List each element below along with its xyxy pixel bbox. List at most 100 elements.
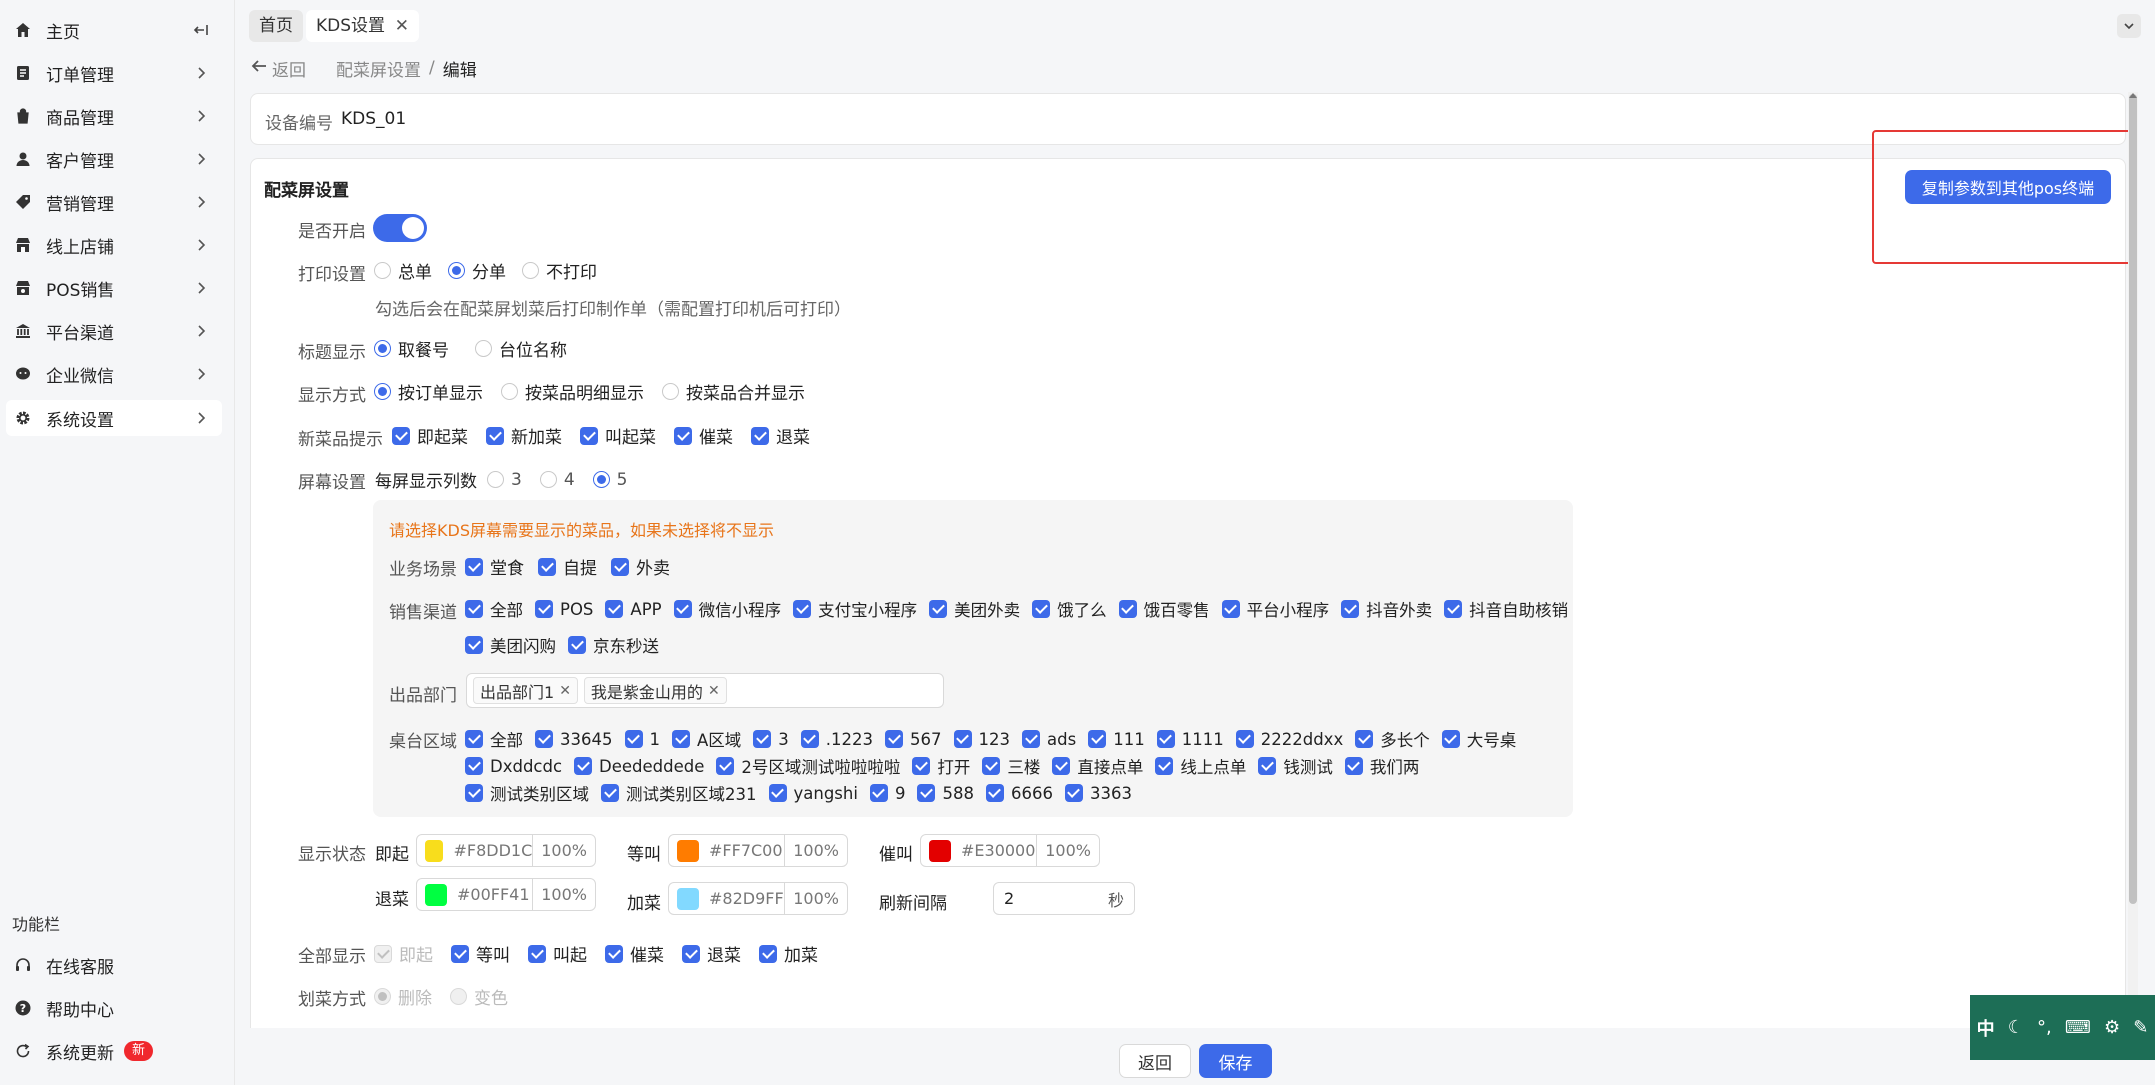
print-option-none[interactable]: 不打印 [522, 258, 597, 283]
title-option-table[interactable]: 台位名称 [475, 336, 567, 361]
color-swatch[interactable] [677, 839, 699, 862]
tab-kds-settings[interactable]: KDS设置 ✕ [306, 10, 420, 42]
new-option-1[interactable]: 新加菜 [486, 423, 562, 448]
color-swatch[interactable] [677, 887, 699, 910]
table-option[interactable]: 多长个 [1355, 727, 1430, 751]
channel-option[interactable]: 平台小程序 [1221, 597, 1329, 621]
sidebar-item-customers[interactable]: 客户管理 [6, 141, 222, 177]
table-option[interactable]: 测试类别区域231 [601, 781, 757, 805]
keyboard-icon[interactable]: ⌨ [2065, 1017, 2091, 1038]
table-option[interactable]: 3363 [1064, 784, 1132, 803]
table-option[interactable]: 2号区域测试啦啦啦啦 [716, 754, 900, 778]
channel-option[interactable]: 抖音自助核销 [1444, 597, 1568, 621]
table-option[interactable]: 111 [1088, 730, 1145, 749]
table-option[interactable]: 全部 [465, 727, 523, 751]
columns-option-4[interactable]: 4 [539, 470, 575, 490]
display-option-merge[interactable]: 按菜品合并显示 [662, 379, 805, 404]
breadcrumb-parent[interactable]: 配菜屏设置 [336, 56, 421, 81]
color-swatch[interactable] [929, 839, 951, 862]
table-option[interactable]: 33645 [535, 730, 613, 749]
scene-option-2[interactable]: 外卖 [611, 554, 670, 579]
scroll-up-icon[interactable] [2128, 92, 2138, 104]
channel-option[interactable]: 美团外卖 [929, 597, 1020, 621]
footer-save-button[interactable]: 保存 [1199, 1044, 1272, 1078]
tab-home[interactable]: 首页 [249, 10, 303, 42]
table-option[interactable]: 1 [624, 730, 660, 749]
sidebar-item-orders[interactable]: 订单管理 [6, 55, 222, 91]
channel-option[interactable]: 抖音外卖 [1341, 597, 1432, 621]
new-option-0[interactable]: 即起菜 [392, 423, 468, 448]
channel-option[interactable]: 全部 [465, 597, 523, 621]
close-icon[interactable]: ✕ [559, 683, 571, 699]
back-link[interactable]: 返回 [272, 56, 306, 81]
collapse-icon[interactable] [192, 21, 210, 39]
sidebar-item-settings[interactable]: 系统设置 [6, 400, 222, 436]
sidebar-item-update[interactable]: 系统更新 新 [6, 1033, 222, 1069]
sidebar-item-products[interactable]: 商品管理 [6, 98, 222, 134]
status-color-input[interactable]: #00FF41 100% [416, 878, 596, 911]
table-option[interactable]: 打开 [912, 754, 970, 778]
display-option-detail[interactable]: 按菜品明细显示 [501, 379, 644, 404]
table-option[interactable]: 6666 [985, 784, 1053, 803]
table-option[interactable]: 588 [917, 784, 974, 803]
chevron-down-icon[interactable] [2117, 14, 2141, 38]
dept-select[interactable]: 出品部门1 ✕ 我是紫金山用的 ✕ [466, 673, 944, 708]
sidebar-item-home[interactable]: 主页 [6, 12, 222, 48]
scrollbar-thumb[interactable] [2129, 94, 2137, 904]
channel-option[interactable]: 饿了么 [1032, 597, 1107, 621]
close-icon[interactable]: ✕ [708, 683, 720, 699]
table-option[interactable]: 钱测试 [1258, 754, 1333, 778]
sidebar-item-pos[interactable]: POS销售 [6, 270, 222, 306]
show-all-option-3[interactable]: 催菜 [605, 941, 664, 966]
sidebar-item-online-service[interactable]: 在线客服 [6, 947, 222, 983]
table-option[interactable]: 三楼 [982, 754, 1040, 778]
columns-option-5[interactable]: 5 [592, 470, 627, 490]
channel-option[interactable]: 饿百零售 [1118, 597, 1210, 621]
channel-option[interactable]: 美团闪购 [465, 633, 556, 657]
table-option[interactable]: 123 [953, 730, 1010, 749]
table-option[interactable]: 我们两 [1344, 754, 1419, 778]
print-option-split[interactable]: 分单 [448, 258, 506, 283]
table-option[interactable]: 3 [753, 730, 789, 749]
status-color-input[interactable]: #F8DD1C 100% [416, 834, 596, 867]
sidebar-item-marketing[interactable]: 营销管理 [6, 184, 222, 220]
ime-language[interactable]: 中 [1977, 1015, 1995, 1041]
table-option[interactable]: Deededdede [574, 757, 704, 776]
color-swatch[interactable] [425, 883, 447, 906]
show-all-option-2[interactable]: 叫起 [528, 941, 587, 966]
status-color-input[interactable]: #FF7C00 100% [668, 834, 848, 867]
channel-option[interactable]: POS [535, 600, 593, 619]
punctuation-icon[interactable]: °, [2037, 1017, 2052, 1038]
table-option[interactable]: yangshi [768, 784, 858, 803]
channel-option[interactable]: APP [605, 600, 662, 619]
table-option[interactable]: 线上点单 [1155, 754, 1246, 778]
sidebar-item-platform[interactable]: 平台渠道 [6, 313, 222, 349]
moon-icon[interactable]: ☾ [2008, 1017, 2024, 1038]
columns-option-3[interactable]: 3 [487, 470, 522, 490]
print-option-total[interactable]: 总单 [374, 258, 432, 283]
table-option[interactable]: 测试类别区域 [465, 781, 589, 805]
channel-option[interactable]: 微信小程序 [673, 597, 781, 621]
channel-option[interactable]: 京东秒送 [568, 633, 659, 657]
scene-option-0[interactable]: 堂食 [465, 554, 524, 579]
table-option[interactable]: .1223 [800, 730, 873, 749]
settings-icon[interactable]: ⚙ [2104, 1017, 2120, 1038]
sidebar-item-online-store[interactable]: 线上店铺 [6, 227, 222, 263]
status-color-input[interactable]: #E30000 100% [920, 834, 1100, 867]
table-option[interactable]: 大号桌 [1441, 727, 1516, 751]
footer-back-button[interactable]: 返回 [1119, 1044, 1191, 1078]
sidebar-item-wecom[interactable]: 企业微信 [6, 356, 222, 392]
table-option[interactable]: 2222ddxx [1235, 730, 1343, 749]
scene-option-1[interactable]: 自提 [538, 554, 597, 579]
show-all-option-1[interactable]: 等叫 [451, 941, 510, 966]
table-option[interactable]: 9 [869, 784, 905, 803]
status-color-input[interactable]: #82D9FF 100% [668, 882, 848, 915]
table-option[interactable]: 567 [885, 730, 942, 749]
refresh-interval-input[interactable]: 2秒 [993, 882, 1135, 915]
show-all-option-4[interactable]: 退菜 [682, 941, 741, 966]
channel-option[interactable]: 支付宝小程序 [793, 597, 917, 621]
sidebar-item-help[interactable]: ? 帮助中心 [6, 990, 222, 1026]
table-option[interactable]: 直接点单 [1052, 754, 1143, 778]
color-swatch[interactable] [425, 839, 444, 862]
new-option-2[interactable]: 叫起菜 [580, 423, 656, 448]
